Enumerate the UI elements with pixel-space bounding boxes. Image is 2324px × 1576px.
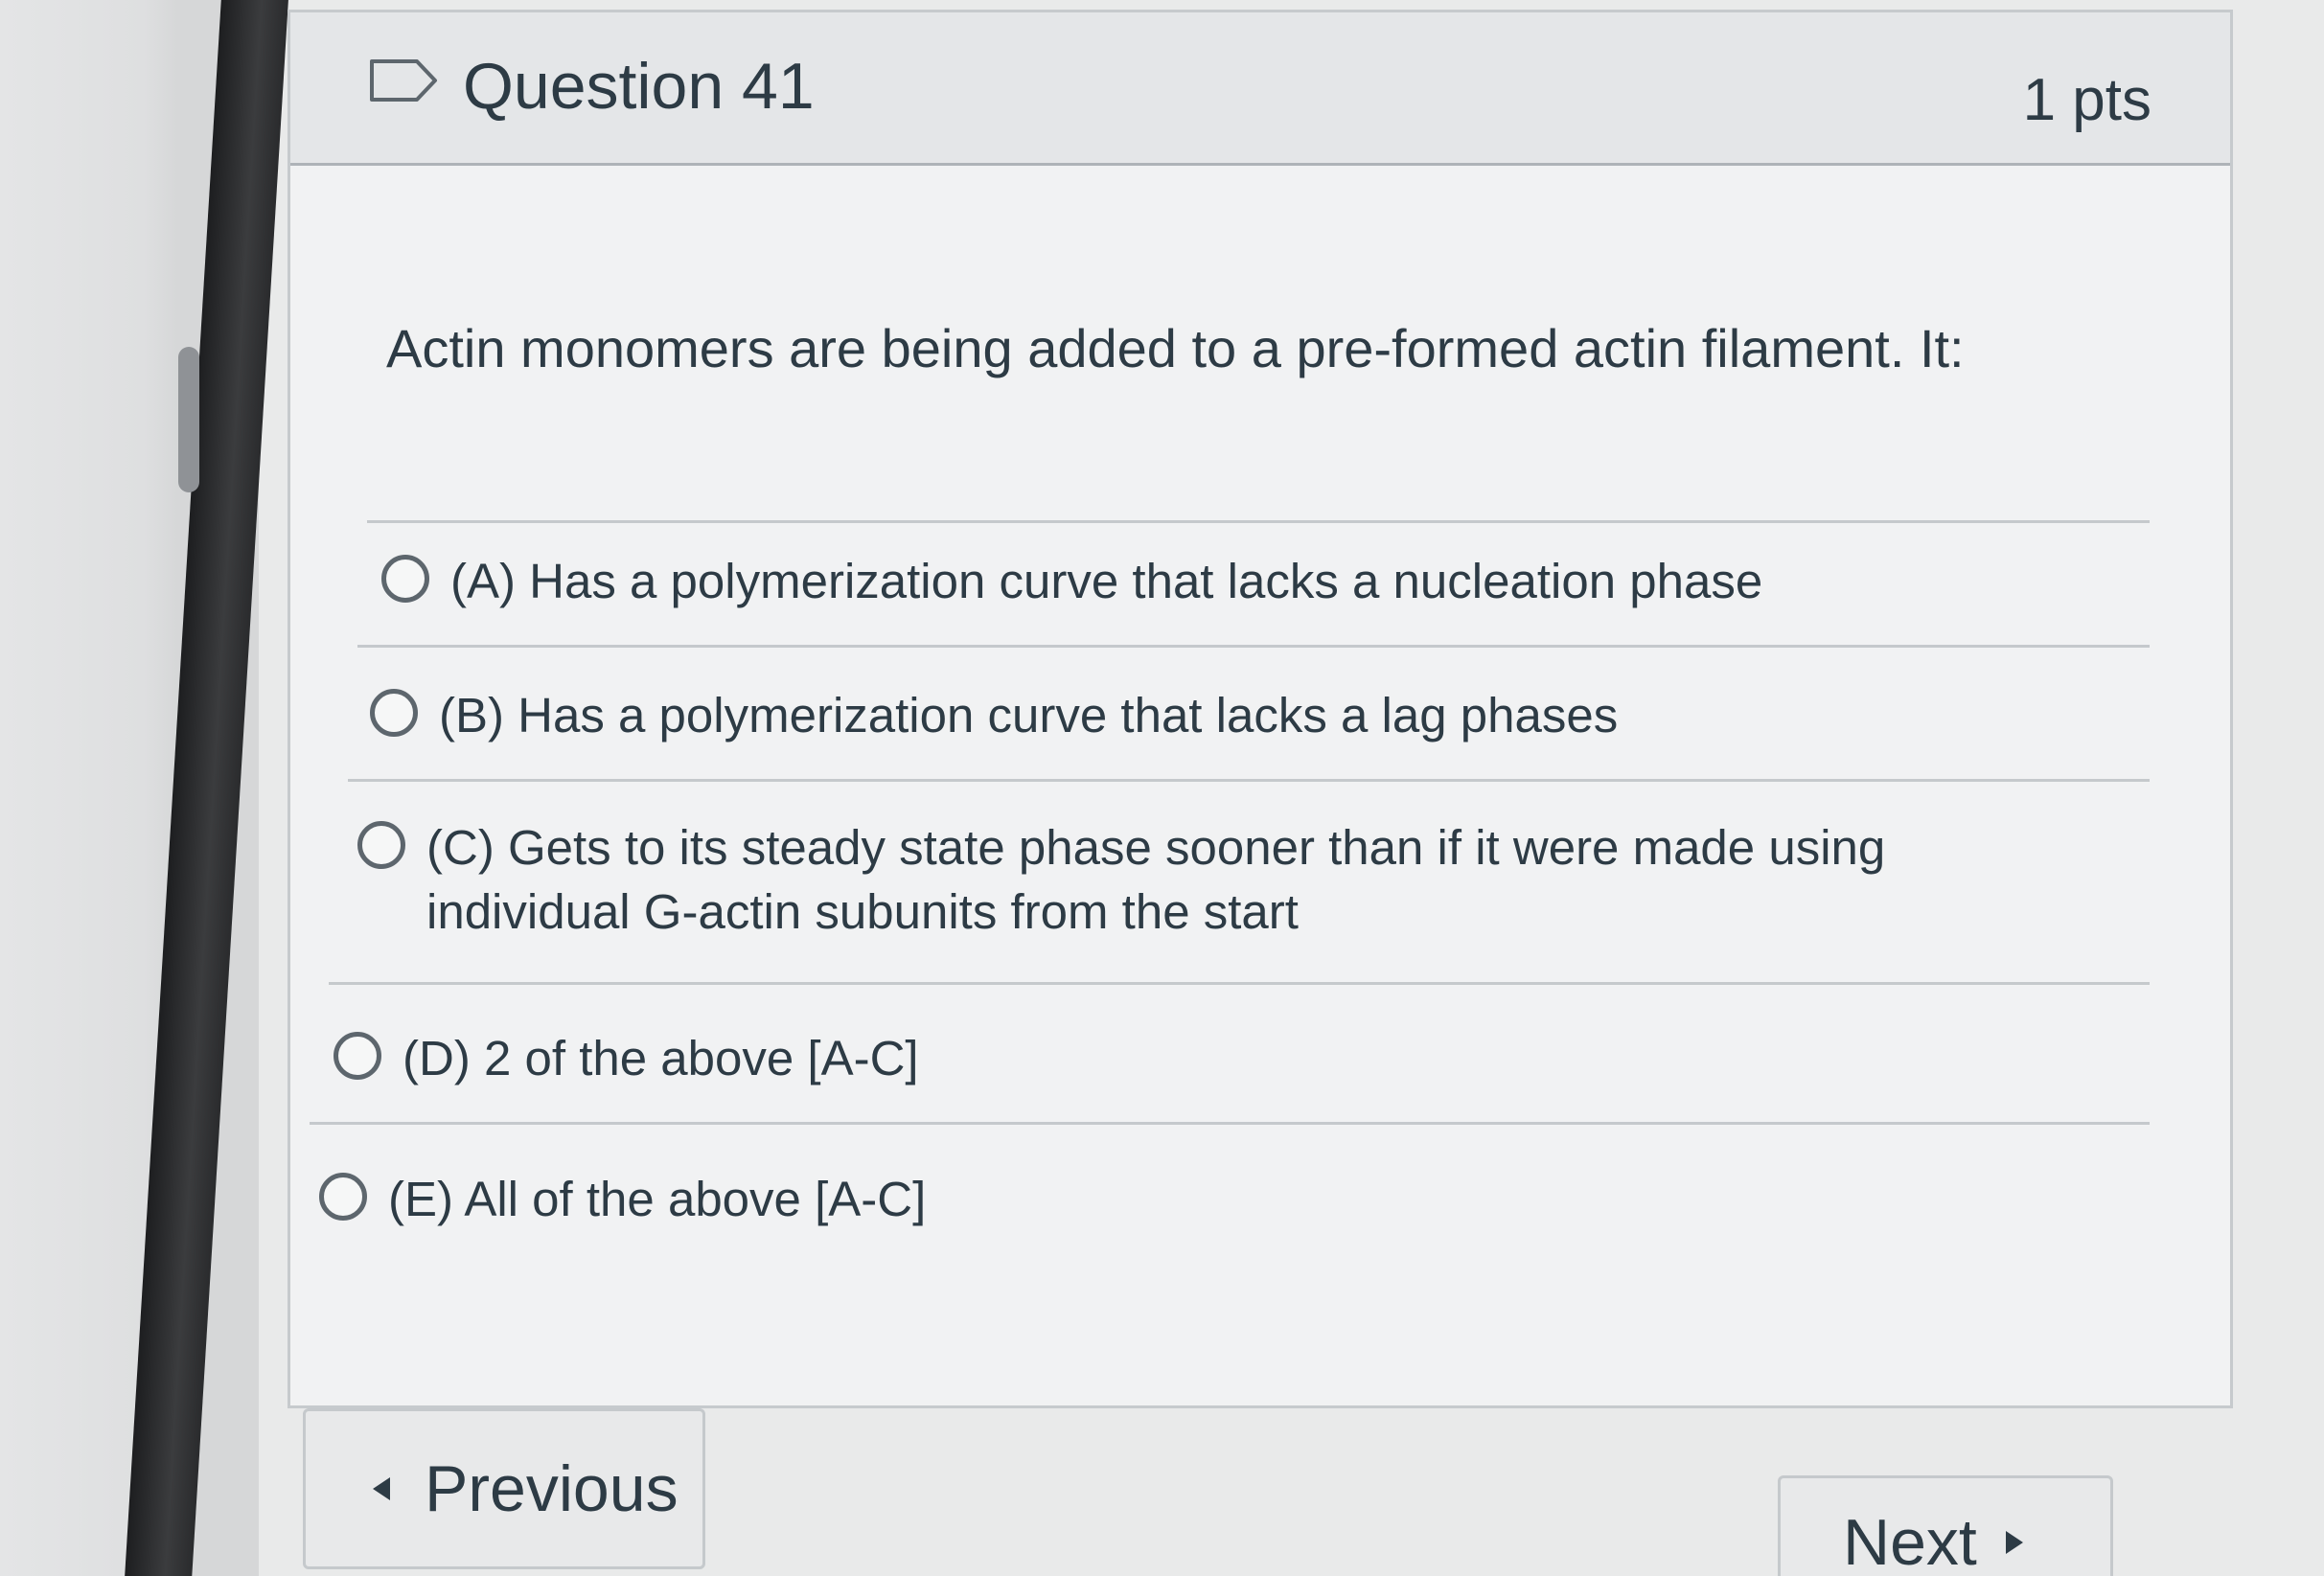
previous-label: Previous: [425, 1452, 679, 1525]
flag-outline-icon[interactable]: [369, 58, 438, 103]
radio-button[interactable]: [334, 1032, 381, 1080]
question-title: Question 41: [463, 50, 815, 123]
answer-option-a[interactable]: (A) Has a polymerization curve that lack…: [381, 549, 2106, 613]
answer-divider: [310, 1122, 2150, 1125]
next-button[interactable]: Next: [1778, 1475, 2113, 1576]
answer-label: (D) 2 of the above [A-C]: [403, 1031, 919, 1085]
question-header: Question 41 1 pts: [290, 12, 2230, 166]
radio-button[interactable]: [370, 689, 418, 737]
answer-label: (C) Gets to its steady state phase soone…: [426, 820, 1886, 940]
answer-label: (E) All of the above [A-C]: [388, 1172, 927, 1226]
answer-option-e[interactable]: (E) All of the above [A-C]: [319, 1167, 2044, 1231]
next-label: Next: [1843, 1506, 1977, 1576]
answer-option-b[interactable]: (B) Has a polymerization curve that lack…: [370, 683, 2095, 747]
radio-button[interactable]: [357, 821, 405, 869]
answer-divider: [329, 982, 2150, 985]
triangle-left-icon: [373, 1477, 390, 1500]
answer-option-c[interactable]: (C) Gets to its steady state phase soone…: [357, 815, 1967, 945]
triangle-right-icon: [2005, 1531, 2023, 1554]
scrollbar-thumb[interactable]: [178, 347, 199, 492]
answer-option-d[interactable]: (D) 2 of the above [A-C]: [334, 1026, 2059, 1090]
answer-label: (B) Has a polymerization curve that lack…: [439, 688, 1619, 742]
question-card: Question 41 1 pts Actin monomers are bei…: [288, 10, 2233, 1408]
answer-label: (A) Has a polymerization curve that lack…: [450, 554, 1763, 608]
question-points: 1 pts: [2022, 67, 2151, 133]
answer-divider: [348, 779, 2150, 782]
answer-divider: [367, 520, 2150, 523]
previous-button[interactable]: Previous: [303, 1408, 705, 1569]
question-text: Actin monomers are being added to a pre-…: [386, 318, 1965, 378]
radio-button[interactable]: [381, 555, 429, 603]
answer-divider: [357, 645, 2150, 648]
radio-button[interactable]: [319, 1173, 367, 1221]
